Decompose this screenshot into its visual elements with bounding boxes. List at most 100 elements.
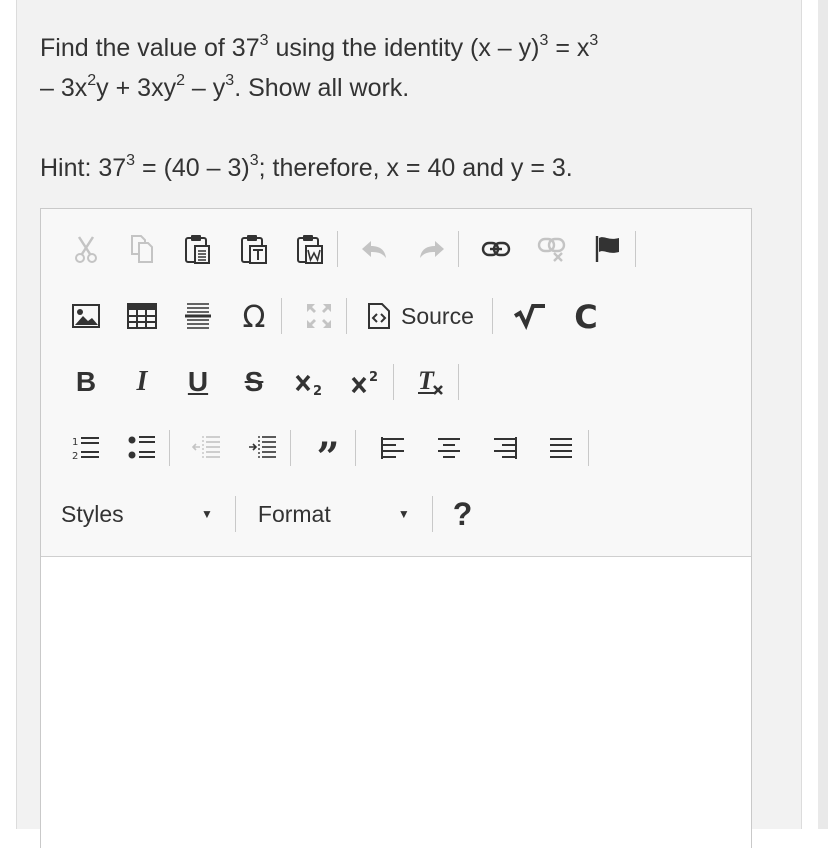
bold-button[interactable]: B bbox=[69, 365, 103, 399]
outdent-icon bbox=[192, 436, 220, 460]
strikethrough-button[interactable]: S bbox=[237, 365, 271, 399]
superscript-icon: 2 bbox=[351, 370, 378, 394]
toolbar-separator bbox=[588, 430, 589, 466]
copy-icon bbox=[131, 235, 153, 263]
outdent-button[interactable] bbox=[190, 431, 224, 465]
paste-icon bbox=[185, 235, 210, 264]
svg-text:C: C bbox=[574, 301, 597, 331]
image-button[interactable] bbox=[69, 299, 103, 333]
align-right-icon bbox=[494, 437, 517, 459]
paste-word-button[interactable] bbox=[293, 232, 327, 266]
svg-text:Ω: Ω bbox=[243, 301, 266, 331]
toolbar-row-basicstyles: B I U S 2 2 T bbox=[69, 362, 479, 402]
bulleted-list-icon bbox=[128, 436, 155, 459]
source-button[interactable]: Source bbox=[367, 302, 474, 330]
toolbar-row-insert: Ω Source C bbox=[69, 296, 625, 336]
paste-button[interactable] bbox=[181, 232, 215, 266]
maximize-icon bbox=[307, 304, 331, 328]
underline-button[interactable]: U bbox=[181, 365, 215, 399]
horizontal-line-button[interactable] bbox=[181, 299, 215, 333]
table-button[interactable] bbox=[125, 299, 159, 333]
toolbar-separator bbox=[393, 364, 394, 400]
editor-content-area[interactable] bbox=[41, 557, 751, 849]
format-label: Format bbox=[257, 500, 331, 527]
paste-word-icon bbox=[297, 235, 323, 264]
source-label: Source bbox=[401, 302, 474, 329]
chevron-down-icon: ▼ bbox=[397, 507, 410, 521]
cut-button[interactable] bbox=[69, 232, 103, 266]
subscript-icon: 2 bbox=[295, 374, 322, 396]
toolbar-row-paragraph: 12 ” bbox=[69, 428, 609, 468]
paste-text-button[interactable] bbox=[237, 232, 271, 266]
numbered-list-icon: 12 bbox=[72, 437, 99, 462]
numbered-list-button[interactable]: 12 bbox=[69, 431, 103, 465]
chevron-down-icon: ▼ bbox=[201, 507, 213, 521]
format-dropdown[interactable]: Format ▼ bbox=[258, 494, 432, 534]
justify-icon bbox=[550, 438, 572, 458]
toolbar-separator bbox=[234, 496, 236, 532]
toolbar-separator bbox=[281, 298, 282, 334]
undo-icon bbox=[362, 241, 386, 258]
question-line-2: – 3x2y + 3xy2 – y3. Show all work. bbox=[40, 71, 410, 102]
svg-text:T: T bbox=[418, 367, 435, 395]
toolbar-separator bbox=[346, 298, 347, 334]
editor-toolbar: Ω Source C B I U S 2 2 T 1 2 ” Styles ▼ … bbox=[41, 209, 751, 557]
scrollbar-track[interactable] bbox=[818, 0, 828, 829]
flag-icon bbox=[595, 236, 619, 262]
link-button[interactable] bbox=[479, 232, 513, 266]
toolbar-separator bbox=[458, 364, 459, 400]
justify-button[interactable] bbox=[544, 431, 578, 465]
square-root-icon bbox=[513, 304, 545, 330]
toolbar-separator bbox=[337, 231, 338, 267]
copy-button[interactable] bbox=[125, 232, 159, 266]
question-line-1: Find the value of 373 using the identity… bbox=[40, 31, 599, 62]
toolbar-separator bbox=[290, 430, 291, 466]
horizontal-rule-icon bbox=[185, 303, 211, 329]
indent-button[interactable] bbox=[246, 431, 280, 465]
undo-button[interactable] bbox=[358, 232, 392, 266]
scissors-icon bbox=[75, 236, 97, 263]
help-button[interactable]: ? bbox=[453, 496, 473, 533]
align-left-button[interactable] bbox=[376, 431, 410, 465]
toolbar-separator bbox=[491, 298, 493, 334]
link-icon bbox=[481, 241, 511, 257]
table-icon bbox=[127, 303, 157, 329]
remove-format-button[interactable]: T bbox=[414, 365, 448, 399]
redo-icon bbox=[420, 241, 444, 258]
maximize-button[interactable] bbox=[302, 299, 336, 333]
svg-text:2: 2 bbox=[313, 384, 322, 396]
blockquote-button[interactable]: ” bbox=[311, 431, 345, 465]
superscript-button[interactable]: 2 bbox=[349, 365, 383, 399]
anchor-button[interactable] bbox=[591, 232, 625, 266]
align-right-button[interactable] bbox=[488, 431, 522, 465]
align-left-icon bbox=[381, 437, 404, 459]
redo-button[interactable] bbox=[414, 232, 448, 266]
toolbar-separator bbox=[458, 231, 459, 267]
source-icon bbox=[368, 303, 390, 329]
subscript-button[interactable]: 2 bbox=[293, 365, 327, 399]
quote-icon: ” bbox=[316, 435, 339, 461]
styles-dropdown[interactable]: Styles ▼ bbox=[61, 494, 235, 534]
toolbar-separator bbox=[169, 430, 170, 466]
toolbar-row-styles: Styles ▼ Format ▼ ? bbox=[61, 494, 472, 534]
toolbar-separator bbox=[355, 430, 356, 466]
remove-format-icon: T bbox=[418, 367, 443, 395]
bulleted-list-button[interactable] bbox=[125, 431, 159, 465]
omega-icon: Ω bbox=[243, 301, 266, 331]
chemistry-button[interactable]: C bbox=[569, 299, 603, 333]
styles-label: Styles bbox=[61, 500, 124, 527]
unlink-button[interactable] bbox=[535, 232, 569, 266]
svg-text:”: ” bbox=[316, 435, 339, 461]
toolbar-row-clipboard bbox=[69, 229, 656, 269]
toolbar-separator bbox=[431, 496, 433, 532]
paste-text-icon bbox=[241, 235, 267, 264]
rich-text-editor: Ω Source C B I U S 2 2 T 1 2 ” Styles ▼ … bbox=[40, 208, 752, 849]
italic-button[interactable]: I bbox=[125, 365, 159, 399]
align-center-button[interactable] bbox=[432, 431, 466, 465]
hint-text: Hint: 373 = (40 – 3)3; therefore, x = 40… bbox=[40, 151, 573, 182]
special-char-button[interactable]: Ω bbox=[237, 299, 271, 333]
svg-text:2: 2 bbox=[369, 370, 378, 385]
toolbar-separator bbox=[635, 231, 636, 267]
c-icon: C bbox=[574, 301, 597, 331]
math-button[interactable] bbox=[513, 299, 547, 333]
